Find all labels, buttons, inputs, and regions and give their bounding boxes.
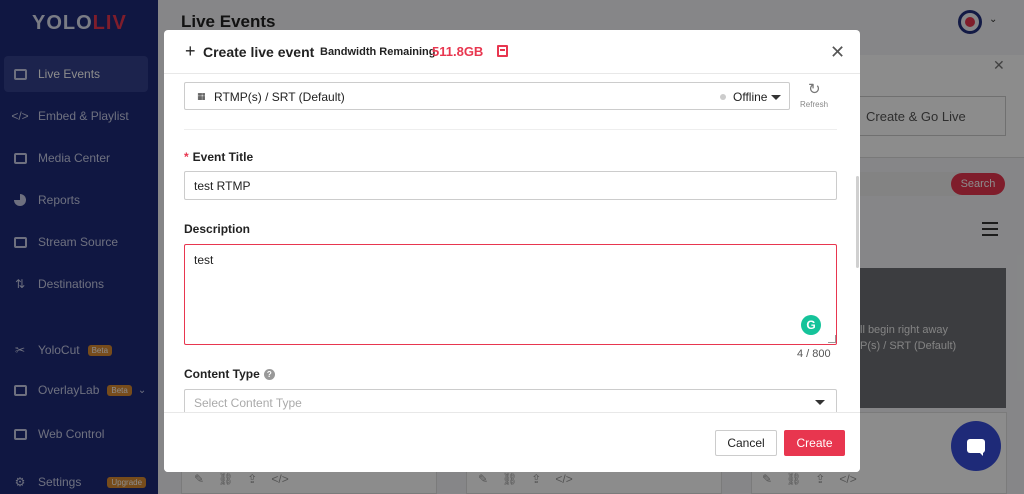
content-type-select[interactable]: Select Content Type	[184, 389, 837, 414]
modal-header: + Create live event Bandwidth Remaining …	[164, 30, 860, 74]
close-icon[interactable]: ✕	[830, 42, 845, 63]
caret-down-icon	[771, 95, 781, 100]
create-button[interactable]: Create	[784, 430, 845, 456]
event-title-label: * Event Title	[184, 150, 254, 164]
caret-down-icon	[815, 400, 825, 405]
scrollbar[interactable]	[856, 176, 859, 268]
stream-source-icon: ▦	[197, 91, 206, 101]
cancel-button[interactable]: Cancel	[715, 430, 777, 456]
plus-icon: +	[185, 41, 196, 61]
description-label: Description	[184, 222, 251, 236]
create-live-event-modal: + Create live event Bandwidth Remaining …	[164, 30, 860, 472]
content-type-label: Content Type?	[184, 367, 275, 381]
divider	[184, 129, 837, 130]
bandwidth-value: 511.8GB	[432, 44, 484, 59]
event-title-input[interactable]: test RTMP	[184, 171, 837, 200]
chat-icon	[967, 439, 985, 456]
description-textarea[interactable]: test	[184, 244, 837, 345]
stream-source-select[interactable]: ▦ RTMP(s) / SRT (Default) Offline	[184, 82, 790, 110]
status-label: Offline	[733, 90, 768, 104]
bandwidth-label: Bandwidth Remaining	[320, 46, 436, 58]
character-counter: 4 / 800	[797, 348, 831, 360]
required-asterisk: *	[184, 150, 189, 164]
calculator-icon[interactable]	[497, 45, 508, 57]
status-dot	[720, 94, 726, 100]
resize-handle[interactable]	[828, 335, 836, 343]
refresh-label[interactable]: Refresh	[800, 100, 828, 109]
refresh-icon[interactable]: ↻	[808, 80, 821, 98]
stream-source-label: RTMP(s) / SRT (Default)	[214, 90, 345, 104]
grammarly-icon[interactable]: G	[801, 315, 821, 335]
content-type-placeholder: Select Content Type	[194, 396, 302, 410]
chat-button[interactable]	[951, 421, 1001, 471]
modal-title: Create live event	[203, 44, 315, 60]
modal-footer: Cancel Create	[164, 412, 860, 472]
help-icon[interactable]: ?	[263, 369, 275, 381]
